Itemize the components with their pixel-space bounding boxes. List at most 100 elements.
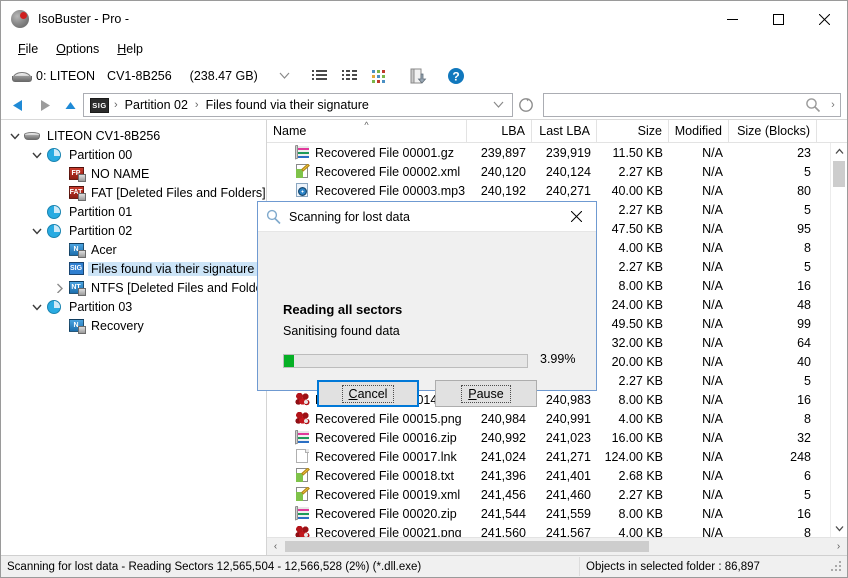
- column-header-size-blocks[interactable]: Size (Blocks): [729, 120, 817, 142]
- table-row[interactable]: Recovered File 00002.xml 240,120 240,124 2.…: [267, 162, 847, 181]
- cell-size: 11.50 KB: [612, 145, 663, 160]
- scroll-right-button[interactable]: ›: [830, 541, 847, 552]
- archive-file-icon: [295, 506, 310, 521]
- minimize-icon[interactable]: [709, 1, 755, 37]
- scroll-left-button[interactable]: ‹: [267, 541, 284, 552]
- table-row[interactable]: Recovered File 00018.txt 241,396 241,401 2.…: [267, 466, 847, 485]
- column-header-name[interactable]: Name ^: [267, 120, 467, 142]
- ntfs-deleted-icon: NT: [68, 281, 86, 296]
- extract-button[interactable]: [403, 64, 433, 88]
- tree-item-partition-00[interactable]: Partition 00: [7, 145, 266, 164]
- column-header-lba[interactable]: LBA: [467, 120, 532, 142]
- file-name-label: Recovered File 00021.png: [315, 525, 462, 538]
- detail-view-button[interactable]: [335, 64, 365, 88]
- table-row[interactable]: Recovered File 00001.gz 239,897 239,919 11.…: [267, 143, 847, 162]
- vertical-scrollbar[interactable]: [830, 143, 847, 537]
- maximize-icon[interactable]: [755, 1, 801, 37]
- cancel-button[interactable]: Cancel: [317, 380, 419, 407]
- resize-grip-icon[interactable]: [830, 560, 844, 574]
- list-view-button[interactable]: [305, 64, 335, 88]
- chevron-down-icon[interactable]: [491, 98, 510, 112]
- search-box[interactable]: ›: [543, 93, 841, 117]
- scrollbar-thumb[interactable]: [833, 161, 845, 187]
- table-row[interactable]: Recovered File 00017.lnk 241,024 241,271 12…: [267, 447, 847, 466]
- file-list-header: Name ^ LBA Last LBA Size Modified Size (Blocks…: [267, 120, 847, 143]
- chevron-down-icon[interactable]: [7, 131, 23, 141]
- cell-size-blocks: 16: [797, 278, 811, 293]
- dialog-body: Reading all sectors Sanitising found dat…: [258, 232, 596, 407]
- search-input[interactable]: [544, 96, 800, 114]
- cell-size-blocks: 248: [790, 449, 811, 464]
- cell-lba: 241,456: [480, 487, 526, 502]
- tree-item-label: Recovery: [91, 318, 144, 333]
- file-name-label: Recovered File 00002.xml: [315, 164, 461, 179]
- pause-accel: P: [468, 386, 477, 401]
- close-icon[interactable]: [556, 203, 596, 231]
- table-row[interactable]: Recovered File 00019.xml 241,456 241,460 2.…: [267, 485, 847, 504]
- scroll-up-button[interactable]: [831, 143, 847, 160]
- tree-item-partition-03[interactable]: Partition 03: [7, 297, 266, 316]
- question-mark-icon: ?: [448, 68, 464, 84]
- window-controls: [709, 1, 847, 37]
- cell-name: Recovered File 00020.zip: [267, 506, 467, 521]
- table-row[interactable]: Recovered File 00021.png 241,560 241,567 4.…: [267, 523, 847, 537]
- breadcrumb[interactable]: SIG › Partition 02 › Files found via the…: [83, 93, 513, 117]
- file-name-label: Recovered File 00017.lnk: [315, 449, 457, 464]
- tree-item-partition-02[interactable]: Partition 02: [7, 221, 266, 240]
- column-header-modified[interactable]: Modified: [669, 120, 729, 142]
- table-row[interactable]: Recovered File 00020.zip 241,544 241,559 8.…: [267, 504, 847, 523]
- chevron-down-icon[interactable]: [29, 150, 45, 160]
- cell-size: 4.00 KB: [618, 411, 663, 426]
- tree-item-recovery[interactable]: N Recovery: [7, 316, 266, 335]
- cell-name: Recovered File 00017.lnk: [267, 449, 467, 464]
- back-arrow-icon[interactable]: [5, 93, 31, 117]
- horizontal-scrollbar[interactable]: ‹ ›: [267, 537, 847, 555]
- table-row[interactable]: Recovered File 00016.zip 240,992 241,023 16…: [267, 428, 847, 447]
- partition-pie-icon: [47, 204, 61, 219]
- close-icon[interactable]: [801, 1, 847, 37]
- archive-file-icon: [295, 430, 310, 445]
- breadcrumb-item-partition[interactable]: Partition 02: [121, 96, 192, 114]
- tree-item-files-found-via-their-signature[interactable]: SIG Files found via their signature: [7, 259, 266, 278]
- search-magnifier-icon[interactable]: [800, 97, 826, 113]
- tree-item-label: Partition 02: [69, 223, 133, 238]
- tree-item-label: NO NAME: [91, 166, 150, 181]
- chevron-down-icon[interactable]: [29, 302, 45, 312]
- tree-item-no-name[interactable]: FP NO NAME: [7, 164, 266, 183]
- hscrollbar-thumb[interactable]: [285, 541, 649, 552]
- menu-file[interactable]: FFileile: [9, 39, 47, 59]
- cell-modified: N/A: [702, 164, 723, 179]
- breadcrumb-item-signature[interactable]: Files found via their signature: [202, 96, 373, 114]
- drive-index-label: 0: LITEON: [36, 69, 96, 83]
- cell-size-blocks: 64: [797, 335, 811, 350]
- column-header-last-lba[interactable]: Last LBA: [532, 120, 597, 142]
- pause-button[interactable]: Pause: [435, 380, 537, 407]
- thumbnail-grid-icon: [372, 70, 385, 83]
- cell-size: 2.27 KB: [618, 487, 663, 502]
- refresh-icon[interactable]: [513, 93, 539, 117]
- forward-arrow-icon[interactable]: [31, 93, 57, 117]
- menu-help[interactable]: Help: [108, 39, 152, 59]
- table-row[interactable]: Recovered File 00003.mp3 240,192 240,271 40…: [267, 181, 847, 200]
- chevron-down-icon[interactable]: [29, 226, 45, 236]
- thumbnail-view-button[interactable]: [365, 64, 395, 88]
- cell-size: 124.00 KB: [604, 449, 663, 464]
- tree-pane[interactable]: LITEON CV1-8B256 Partition 00 FP NO NAME FAT…: [1, 120, 267, 555]
- column-header-size[interactable]: Size: [597, 120, 669, 142]
- drive-selector[interactable]: 0: LITEON CV1-8B256 (238.47 GB): [7, 64, 297, 88]
- tree-item-liteon-cv1-8b256[interactable]: LITEON CV1-8B256: [7, 126, 266, 145]
- table-row[interactable]: Recovered File 00015.png 240,984 240,991 4.…: [267, 409, 847, 428]
- chevron-down-icon[interactable]: [279, 69, 290, 83]
- help-button[interactable]: ?: [441, 64, 471, 88]
- chevron-right-icon[interactable]: ›: [826, 99, 840, 111]
- up-arrow-icon[interactable]: [57, 93, 83, 117]
- tree-item-acer[interactable]: N Acer: [7, 240, 266, 259]
- scroll-down-button[interactable]: [831, 520, 847, 537]
- menu-options[interactable]: Options: [47, 39, 108, 59]
- column-header-label: Name: [273, 124, 307, 138]
- tree-item-ntfs-deleted-files-and-folders[interactable]: NT NTFS [Deleted Files and Folders]: [7, 278, 266, 297]
- tree-item-partition-01[interactable]: Partition 01: [7, 202, 266, 221]
- tree-item-fat-deleted-files-and-folders[interactable]: FAT FAT [Deleted Files and Folders]: [7, 183, 266, 202]
- chevron-right-icon[interactable]: [51, 283, 67, 293]
- cell-size: 2.27 KB: [618, 259, 663, 274]
